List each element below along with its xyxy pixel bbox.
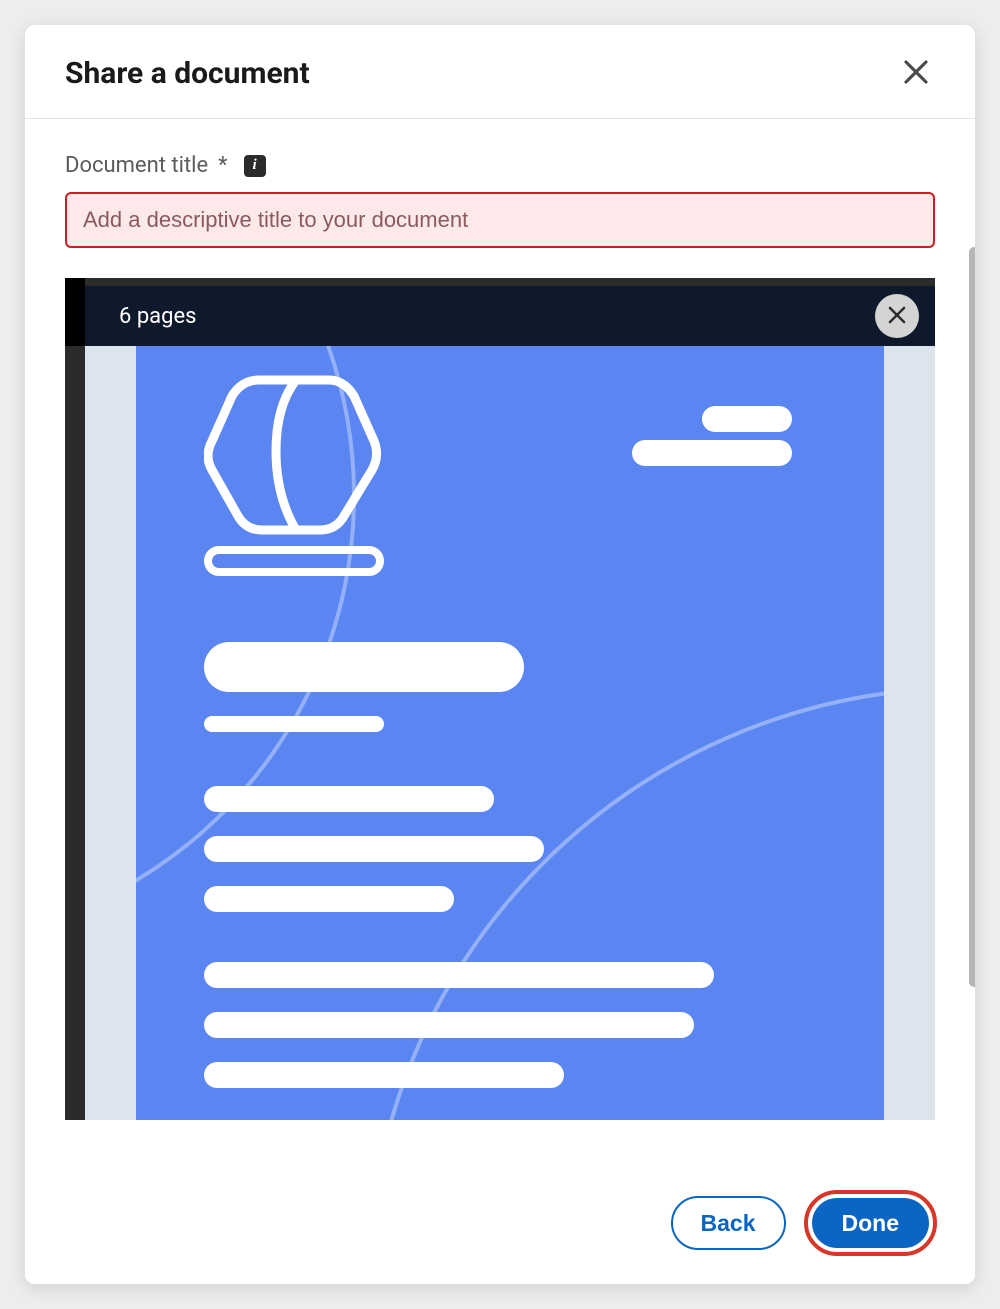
dialog-title: Share a document (65, 56, 310, 91)
preview-canvas[interactable] (85, 346, 935, 1120)
placeholder-subtext (204, 716, 384, 732)
required-indicator: * (218, 153, 227, 178)
back-button[interactable]: Back (671, 1196, 786, 1250)
share-document-dialog: Share a document Document title * i 6 pa… (25, 25, 975, 1284)
close-button[interactable] (897, 53, 935, 94)
preview-left-strip (65, 278, 85, 346)
page-count-label: 6 pages (119, 304, 197, 329)
document-logo-icon (204, 366, 384, 536)
placeholder-line (204, 1062, 564, 1088)
done-button-highlight: Done (804, 1190, 938, 1256)
document-preview: 6 pages (65, 278, 935, 1120)
placeholder-line (204, 886, 454, 912)
dialog-header: Share a document (25, 25, 975, 119)
placeholder-heading (204, 642, 524, 692)
placeholder-line (204, 1012, 694, 1038)
placeholder-line (204, 962, 714, 988)
remove-document-button[interactable] (875, 294, 919, 338)
document-title-input[interactable] (65, 192, 935, 248)
preview-toolbar: 6 pages (65, 286, 935, 346)
info-icon[interactable]: i (244, 155, 266, 177)
dialog-footer: Back Done (25, 1168, 975, 1284)
placeholder-line (204, 836, 544, 862)
dialog-body: Document title * i 6 pages (25, 119, 975, 1168)
document-title-label-text: Document title (65, 153, 208, 178)
placeholder-outline (204, 546, 384, 576)
placeholder-bar (702, 406, 792, 432)
close-icon (885, 303, 909, 330)
done-button[interactable]: Done (812, 1198, 930, 1248)
close-icon (901, 57, 931, 90)
placeholder-bar (632, 440, 792, 466)
placeholder-line (204, 786, 494, 812)
document-page (136, 346, 884, 1120)
scrollbar-thumb[interactable] (969, 247, 975, 987)
document-title-label: Document title * i (65, 153, 935, 178)
